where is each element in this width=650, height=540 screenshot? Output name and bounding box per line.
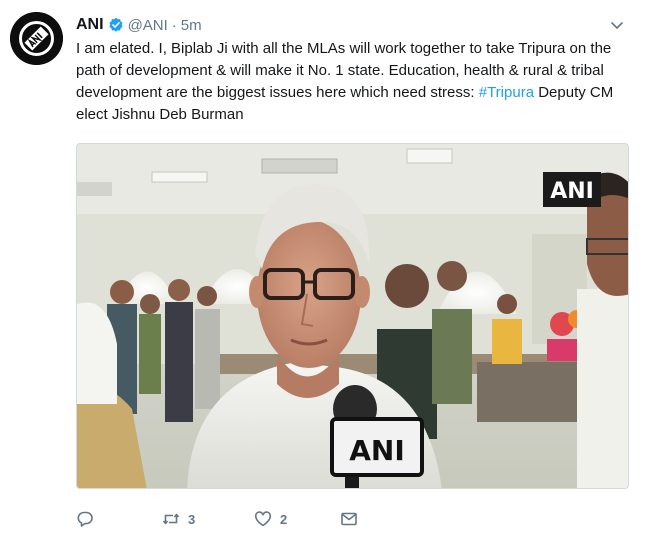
ani-logo-icon <box>10 12 63 65</box>
tweet-media-image[interactable]: ANI ANI <box>76 143 629 489</box>
direct-message-button[interactable] <box>340 508 358 530</box>
heart-icon <box>254 511 272 527</box>
tweet-text: I am elated. I, Biplab Ji with all the M… <box>76 38 638 126</box>
author-handle[interactable]: @ANI <box>128 17 168 34</box>
reply-button[interactable] <box>76 508 102 530</box>
like-count: 2 <box>280 511 288 527</box>
watermark-label: ANI <box>550 179 594 204</box>
retweet-count: 3 <box>188 511 196 527</box>
avatar[interactable] <box>10 12 63 65</box>
tweet-header: ANI @ANI · 5m <box>76 14 202 36</box>
hashtag-link[interactable]: #Tripura <box>479 84 534 101</box>
separator-dot: · <box>171 16 177 34</box>
speech-bubble-icon <box>77 511 93 527</box>
mic-flag-label: ANI <box>349 434 405 467</box>
retweet-icon <box>162 513 180 525</box>
retweet-button[interactable]: 3 <box>162 508 195 530</box>
author-name[interactable]: ANI <box>76 16 104 34</box>
verified-badge-icon <box>108 17 124 33</box>
chevron-down-icon[interactable] <box>608 16 626 34</box>
tweet-card[interactable]: ANI @ANI · 5m I am elated. I, Biplab Ji … <box>0 0 650 540</box>
timestamp[interactable]: 5m <box>181 17 202 34</box>
envelope-icon <box>341 512 357 526</box>
video-frame-photo: ANI ANI <box>77 144 628 488</box>
like-button[interactable]: 2 <box>254 508 287 530</box>
tweet-actions: 3 2 <box>76 508 376 530</box>
